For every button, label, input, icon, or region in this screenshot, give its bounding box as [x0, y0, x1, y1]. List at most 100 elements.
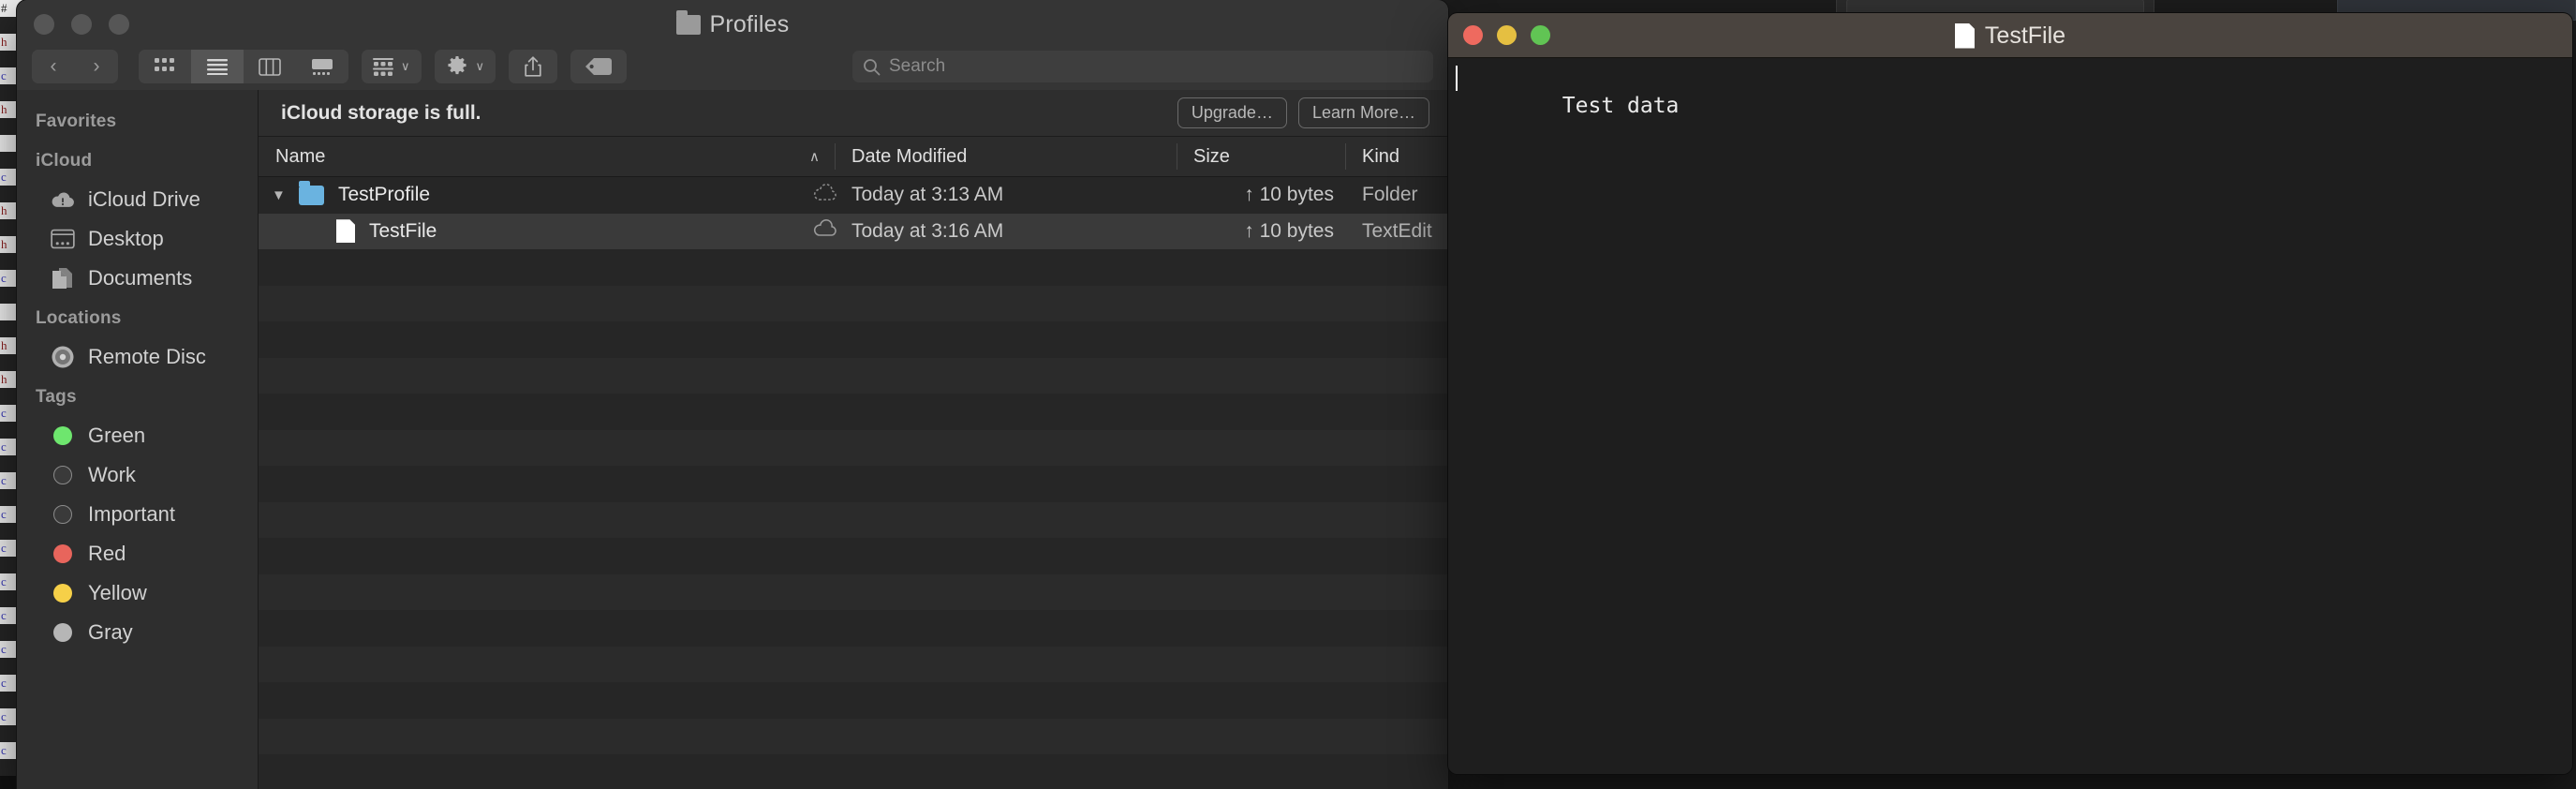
view-mode-group[interactable]	[139, 50, 348, 83]
empty-row[interactable]	[259, 538, 1448, 574]
sidebar-item-label: Gray	[88, 620, 133, 644]
documents-icon	[51, 267, 75, 290]
sidebar-item-red[interactable]: Red	[17, 534, 258, 573]
empty-row[interactable]	[259, 646, 1448, 682]
textedit-traffic-lights[interactable]	[1448, 25, 1550, 45]
tag-button[interactable]	[570, 50, 628, 83]
sidebar-item-desktop[interactable]: Desktop	[17, 219, 258, 259]
file-size-cell: ↑ 10 bytes	[1244, 219, 1334, 242]
file-name-cell[interactable]: TestFile	[259, 219, 835, 244]
file-list[interactable]: ▼ TestProfile Today at 3:13 AM ↑ 10 bytes Fo…	[259, 177, 1448, 789]
file-kind-cell: TextEdit	[1362, 219, 1432, 242]
sidebar-section-favorites: Favorites	[36, 112, 117, 131]
textedit-window-title: TestFile	[1448, 13, 2572, 58]
notice-buttons[interactable]: Upgrade… Learn More…	[1177, 97, 1429, 128]
empty-row[interactable]	[259, 573, 1448, 610]
empty-row[interactable]	[259, 429, 1448, 466]
file-date-cell: Today at 3:13 AM	[851, 184, 1004, 206]
table-row[interactable]: TestFile Today at 3:16 AM ↑ 10 bytes TextEd…	[259, 213, 1448, 249]
sidebar-item-yellow[interactable]: Yellow	[17, 573, 258, 613]
sidebar-item-documents[interactable]: Documents	[17, 259, 258, 298]
search-field[interactable]: Search	[852, 51, 1433, 82]
tag-dot-icon	[53, 584, 72, 603]
sidebar-item-label: iCloud Drive	[88, 187, 200, 211]
sidebar-item-important[interactable]: Important	[17, 495, 258, 534]
tag-dot-icon	[53, 466, 72, 484]
sidebar-item-label: Work	[88, 463, 136, 486]
icloud-storage-notice: iCloud storage is full. Upgrade… Learn M…	[259, 90, 1448, 137]
close-button[interactable]	[1463, 25, 1483, 45]
group-by-button[interactable]: ∨	[362, 50, 422, 83]
tag-dot-wrapper	[51, 623, 75, 642]
close-button[interactable]	[34, 14, 54, 35]
column-header-kind[interactable]: Kind	[1345, 137, 1448, 176]
notice-message: iCloud storage is full.	[281, 101, 481, 124]
column-header-size[interactable]: Size	[1177, 137, 1345, 176]
back-button[interactable]: ‹	[32, 50, 75, 83]
sidebar-item-work[interactable]: Work	[17, 455, 258, 495]
finder-body: Favorites iCloud iCloud Drive Desktop Docume…	[17, 90, 1448, 789]
chevron-down-icon: ∨	[401, 59, 410, 73]
forward-button[interactable]: ›	[75, 50, 118, 83]
action-menu-button[interactable]: ∨	[434, 50, 496, 83]
file-name-cell[interactable]: ▼ TestProfile	[259, 180, 835, 206]
navigation-buttons[interactable]: ‹ ›	[32, 50, 118, 83]
sidebar-item-icloud-drive[interactable]: iCloud Drive	[17, 180, 258, 219]
share-button[interactable]	[509, 50, 558, 83]
textedit-document-area[interactable]: Test data	[1448, 58, 2572, 774]
learn-more-button[interactable]: Learn More…	[1297, 97, 1429, 128]
finder-window[interactable]: Profiles ‹ › ∨ ∨ Search Favorites iCloud…	[17, 0, 1448, 789]
empty-row[interactable]	[259, 466, 1448, 502]
icon-view-button[interactable]	[139, 50, 191, 83]
sort-ascending-icon: ∧	[809, 149, 820, 165]
finder-file-pane: iCloud storage is full. Upgrade… Learn M…	[259, 90, 1448, 789]
upgrade-button[interactable]: Upgrade…	[1177, 97, 1287, 128]
zoom-button[interactable]	[1531, 25, 1550, 45]
disclosure-triangle-icon[interactable]: ▼	[272, 187, 289, 203]
list-view-button[interactable]	[191, 50, 244, 83]
tag-dot-wrapper	[51, 466, 75, 484]
cloud-icon	[813, 219, 837, 243]
empty-row[interactable]	[259, 754, 1448, 789]
sidebar-item-remote-disc[interactable]: Remote Disc	[17, 337, 258, 377]
finder-traffic-lights[interactable]	[17, 14, 129, 35]
empty-row[interactable]	[259, 249, 1448, 286]
empty-row[interactable]	[259, 501, 1448, 538]
empty-row[interactable]	[259, 682, 1448, 719]
column-header-date[interactable]: Date Modified	[835, 137, 1177, 176]
text-caret	[1456, 66, 1458, 91]
empty-row[interactable]	[259, 610, 1448, 647]
finder-toolbar[interactable]: ‹ › ∨ ∨ Search	[17, 49, 1448, 90]
sidebar-item-green[interactable]: Green	[17, 416, 258, 455]
minimize-button[interactable]	[71, 14, 92, 35]
empty-row[interactable]	[259, 394, 1448, 430]
file-name-text: TestFile	[369, 219, 437, 242]
finder-titlebar[interactable]: Profiles	[17, 0, 1448, 49]
empty-row[interactable]	[259, 718, 1448, 754]
column-header-name[interactable]: Name ∧	[259, 137, 835, 176]
textedit-window[interactable]: TestFile Test data	[1448, 13, 2572, 774]
sidebar-item-gray[interactable]: Gray	[17, 613, 258, 652]
gallery-view-button[interactable]	[296, 50, 348, 83]
screen: # h c h c h h c h h c c c c c c c c c c c Profiles ‹ ›	[0, 0, 2576, 789]
sidebar-item-label: Documents	[88, 266, 193, 290]
zoom-button[interactable]	[109, 14, 129, 35]
empty-row[interactable]	[259, 321, 1448, 358]
tag-dot-wrapper	[51, 544, 75, 563]
finder-sidebar[interactable]: Favorites iCloud iCloud Drive Desktop Docume…	[17, 90, 259, 789]
sidebar-section-icloud: iCloud	[36, 151, 93, 171]
finder-window-title: Profiles	[17, 0, 1448, 49]
textedit-content[interactable]: Test data	[1456, 64, 2572, 148]
textedit-titlebar[interactable]: TestFile	[1448, 13, 2572, 58]
tag-dot-icon	[53, 544, 72, 563]
column-view-button[interactable]	[244, 50, 296, 83]
sidebar-section-tags: Tags	[36, 387, 77, 407]
column-headers[interactable]: Name ∧ Date Modified Size Kind	[259, 137, 1448, 177]
empty-row[interactable]	[259, 285, 1448, 321]
empty-row[interactable]	[259, 357, 1448, 394]
minimize-button[interactable]	[1497, 25, 1517, 45]
textedit-text: Test data	[1562, 94, 1680, 118]
sidebar-item-label: Desktop	[88, 227, 164, 250]
table-row[interactable]: ▼ TestProfile Today at 3:13 AM ↑ 10 bytes Fo…	[259, 177, 1448, 214]
search-placeholder: Search	[889, 56, 946, 76]
